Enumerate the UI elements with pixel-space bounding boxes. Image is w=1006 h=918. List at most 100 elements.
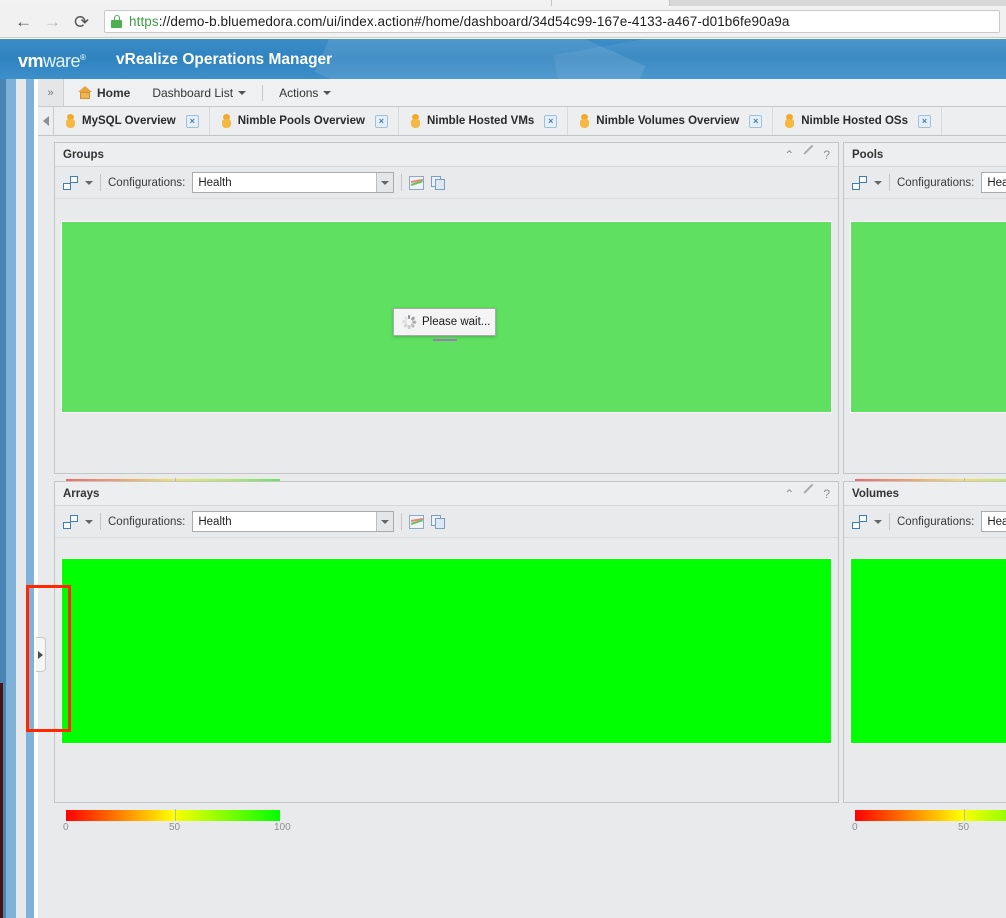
menu-item-actions-label: Actions (279, 85, 319, 100)
tab-close-icon[interactable]: × (749, 114, 763, 128)
pencil-icon[interactable] (803, 488, 814, 499)
lock-icon (111, 15, 122, 28)
menu-divider (262, 84, 264, 101)
toolbar-divider (100, 513, 101, 530)
configurations-select[interactable]: Health (192, 172, 395, 193)
widget-pools: Pools Configurations: Hea 0 50 (843, 142, 1006, 502)
dashboard-tab-label: Nimble Hosted VMs (426, 115, 535, 127)
legend-tick: 0 (63, 822, 69, 833)
chevron-down-icon[interactable] (85, 519, 93, 524)
help-icon[interactable]: ? (823, 488, 830, 500)
pin-icon (785, 114, 795, 128)
widget-volumes-heatmap[interactable] (851, 559, 1006, 743)
dashboard-tab-nimble-pools-overview[interactable]: Nimble Pools Overview × (210, 107, 399, 135)
tab-close-icon[interactable]: × (544, 114, 558, 128)
widget-groups-toolbar: Configurations: Health (55, 167, 838, 199)
object-selector-icon[interactable] (63, 514, 78, 529)
list-view-icon[interactable] (431, 175, 446, 190)
pin-icon (221, 114, 231, 128)
chevron-down-icon[interactable] (874, 519, 882, 524)
left-rail-accent-2 (26, 79, 34, 918)
widget-arrays-header: Arrays ⌃ ? (55, 482, 838, 506)
product-header: vmware® vRealize Operations Manager (0, 39, 1006, 79)
object-selector-icon[interactable] (63, 175, 78, 190)
widget-arrays-title: Arrays (63, 487, 100, 500)
widget-arrays-actions: ⌃ ? (784, 488, 830, 500)
chevron-down-icon (376, 512, 394, 531)
dashboard-tab-nimble-hosted-vms[interactable]: Nimble Hosted VMs × (399, 107, 569, 135)
spinner-icon (402, 315, 417, 329)
dashboard-tab-label: Nimble Hosted OSs (801, 115, 908, 127)
dashboard-tab-mysql-overview[interactable]: MySQL Overview × (54, 107, 210, 135)
widget-arrays: Arrays ⌃ ? Configurations: Health 0 50 1… (54, 481, 839, 833)
legend-tick: 0 (852, 822, 858, 833)
widget-volumes-body: 0 50 (844, 538, 1006, 833)
configurations-value: Health (198, 176, 232, 189)
toolbar-divider (889, 174, 890, 191)
menu-item-home[interactable]: Home (64, 79, 141, 106)
dashboard-tab-nimble-hosted-oss[interactable]: Nimble Hosted OSs × (773, 107, 942, 135)
back-button[interactable]: ← (9, 7, 38, 37)
legend-tick: 50 (958, 809, 970, 833)
pin-icon (410, 114, 420, 128)
toolbar-divider (889, 513, 890, 530)
configurations-select[interactable]: Hea (981, 172, 1006, 193)
chart-icon[interactable] (409, 175, 425, 190)
list-view-icon[interactable] (431, 514, 446, 529)
menu-item-actions[interactable]: Actions (268, 79, 342, 106)
forward-button[interactable]: → (38, 7, 67, 37)
configurations-label: Configurations: (108, 176, 186, 189)
menu-item-dashboard-list[interactable]: Dashboard List (141, 79, 257, 106)
dashboard-tab-bar: MySQL Overview × Nimble Pools Overview ×… (38, 107, 1006, 136)
url-text: https://demo-b.bluemedora.com/ui/index.a… (129, 14, 790, 29)
address-bar[interactable]: https://demo-b.bluemedora.com/ui/index.a… (104, 10, 1000, 33)
widget-arrays-heatmap[interactable] (62, 559, 831, 743)
reload-button[interactable]: ⟳ (67, 7, 96, 37)
widget-groups-title: Groups (63, 148, 104, 161)
dashboard-canvas: Groups ⌃ ? Configurations: Health Pools … (38, 136, 1006, 918)
tab-close-icon[interactable]: × (917, 114, 931, 128)
browser-toolbar: ← → ⟳ https://demo-b.bluemedora.com/ui/i… (0, 6, 1006, 38)
left-rail-maroon-strip (0, 683, 3, 918)
please-wait-message: Please wait... (422, 316, 491, 328)
vmware-logo: vmware® (18, 51, 86, 72)
chevron-down-icon[interactable] (85, 180, 93, 185)
collapse-icon[interactable]: ⌃ (784, 149, 794, 161)
configurations-value: Health (198, 515, 232, 528)
widget-volumes-legend: 0 50 (852, 809, 1006, 836)
toolbar-divider (401, 174, 403, 191)
widget-arrays-body: 0 50 100 (55, 538, 838, 833)
configurations-select[interactable]: Hea (981, 511, 1006, 532)
page-title: vRealize Operations Manager (116, 51, 333, 68)
url-scheme: https (129, 14, 159, 29)
logo-registered: ® (80, 53, 86, 62)
tab-scroll-left-button[interactable] (38, 107, 54, 135)
widget-volumes: Volumes Configurations: Hea 0 50 (843, 481, 1006, 833)
toolbar-divider (401, 513, 403, 530)
widget-pools-heatmap[interactable] (851, 222, 1006, 412)
tab-close-icon[interactable]: × (374, 114, 388, 128)
widget-pools-toolbar: Configurations: Hea (844, 167, 1006, 199)
object-selector-icon[interactable] (852, 175, 867, 190)
configurations-label: Configurations: (108, 515, 186, 528)
pencil-icon[interactable] (803, 149, 814, 160)
url-path: ://demo-b.bluemedora.com/ui/index.action… (158, 14, 790, 29)
chevron-down-icon[interactable] (874, 180, 882, 185)
toolbar-divider (100, 174, 101, 191)
tab-close-icon[interactable]: × (185, 114, 199, 128)
menu-item-dashboard-list-label: Dashboard List (152, 85, 234, 100)
menu-item-home-label: Home (97, 85, 131, 100)
chart-icon[interactable] (409, 514, 425, 529)
configurations-select[interactable]: Health (192, 511, 395, 532)
object-selector-icon[interactable] (852, 514, 867, 529)
menu-expander-button[interactable]: » (38, 79, 64, 106)
chevron-down-icon (323, 90, 332, 95)
legend-gradient-bar (66, 810, 280, 821)
configurations-label: Configurations: (897, 176, 975, 189)
dashboard-tab-label: Nimble Pools Overview (237, 115, 365, 127)
collapse-icon[interactable]: ⌃ (784, 488, 794, 500)
dashboard-tab-nimble-volumes-overview[interactable]: Nimble Volumes Overview × (568, 107, 774, 135)
widget-groups-actions: ⌃ ? (784, 149, 830, 161)
help-icon[interactable]: ? (823, 149, 830, 161)
widget-pools-header: Pools (844, 143, 1006, 167)
